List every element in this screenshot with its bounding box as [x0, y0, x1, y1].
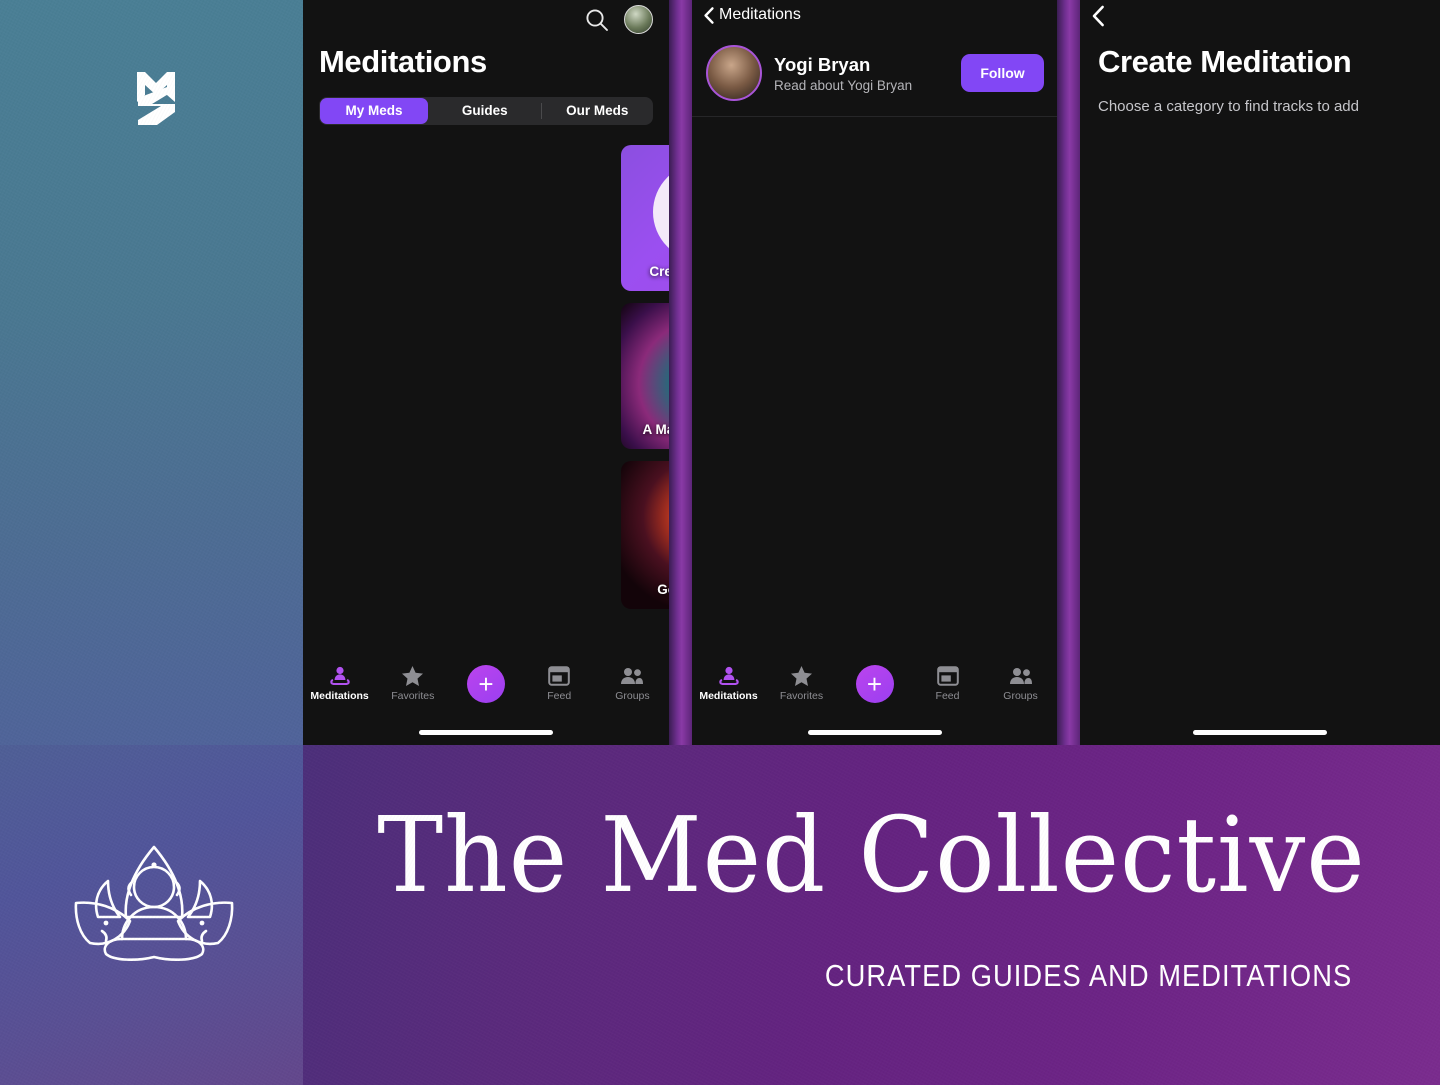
bottom-tab-bar: Meditations Favorites + Feed Groups — [303, 661, 669, 713]
plus-fab-icon[interactable]: + — [855, 665, 894, 703]
page-subtitle: Choose a category to find tracks to add — [1098, 98, 1359, 115]
tab-create-fab[interactable]: + — [449, 661, 522, 703]
phone-screen-create-meditation: Create Meditation Choose a category to f… — [1080, 0, 1440, 745]
tab-label: Feed — [935, 690, 960, 702]
home-indicator — [419, 730, 553, 735]
poster-canvas: The Med Collective CURATED GUIDES AND ME… — [0, 0, 1440, 1085]
user-avatar[interactable] — [624, 5, 653, 34]
guide-subtitle: Read about Yogi Bryan — [774, 77, 913, 93]
divider — [692, 116, 1057, 117]
meds-tab-group: My Meds Guides Our Meds — [319, 97, 653, 125]
star-icon — [790, 665, 813, 687]
tab-feed[interactable]: Feed — [911, 661, 984, 702]
page-title: Meditations — [319, 44, 487, 79]
phone-seam-right — [1057, 0, 1080, 745]
tab-groups[interactable]: Groups — [984, 661, 1057, 702]
back-label: Meditations — [719, 6, 801, 23]
tab-guides[interactable]: Guides — [429, 97, 541, 125]
tab-meditations[interactable]: Meditations — [692, 661, 765, 702]
plus-icon: + — [652, 163, 669, 262]
tab-label: Meditations — [310, 690, 369, 702]
bottom-tab-bar: Meditations Favorites + Feed Groups — [692, 661, 1057, 713]
card-create-new-med[interactable]: + Create New Med — [621, 145, 669, 291]
tab-groups[interactable]: Groups — [596, 661, 669, 702]
page-title: Create Meditation — [1098, 44, 1352, 79]
chevron-left-icon — [1092, 5, 1104, 27]
meditation-person-icon — [329, 665, 351, 687]
meditation-card-grid: + Create New Med LOVE New Relationship A… — [621, 145, 669, 609]
meditation-person-icon — [718, 665, 740, 687]
tab-label: Favorites — [779, 690, 824, 702]
card-goal-creation[interactable]: Goal Creation — [621, 461, 669, 609]
card-label: A Magical Moment — [642, 422, 669, 437]
brand-title: The Med Collective — [377, 794, 1366, 916]
tab-create-fab[interactable]: + — [838, 661, 911, 703]
follow-button[interactable]: Follow — [961, 54, 1044, 92]
back-to-meditations-button[interactable]: Meditations — [704, 6, 801, 24]
phone-seam-left — [669, 0, 692, 745]
phone-screen-guide-profile: Meditations Yogi Bryan Read about Yogi B… — [692, 0, 1057, 745]
guide-name: Yogi Bryan — [774, 53, 871, 75]
home-indicator — [1193, 730, 1327, 735]
left-top-panel — [0, 0, 303, 745]
brand-tagline: CURATED GUIDES AND MEDITATIONS — [824, 958, 1352, 993]
tab-label: Feed — [547, 690, 572, 702]
guide-profile-row: Yogi Bryan Read about Yogi Bryan Follow — [706, 44, 1044, 102]
guide-name-block: Yogi Bryan Read about Yogi Bryan — [774, 54, 961, 93]
left-bottom-panel — [0, 745, 303, 1085]
ms-monogram-logo — [137, 72, 175, 125]
phone-screen-meditations: Meditations My Meds Guides Our Meds + Cr… — [303, 0, 669, 745]
tab-meditations[interactable]: Meditations — [303, 661, 376, 702]
tab-our-meds[interactable]: Our Meds — [542, 97, 654, 125]
lotus-meditation-logo — [74, 845, 234, 961]
plus-fab-icon[interactable]: + — [467, 665, 505, 703]
chevron-left-icon — [704, 6, 714, 24]
star-icon — [401, 665, 424, 687]
tab-label: Favorites — [391, 690, 435, 702]
groups-people-icon — [1009, 665, 1033, 687]
brand-banner: The Med Collective CURATED GUIDES AND ME… — [303, 745, 1440, 1085]
home-indicator — [807, 730, 942, 735]
back-button[interactable] — [1092, 5, 1105, 32]
search-icon[interactable] — [584, 7, 610, 33]
tab-favorites[interactable]: Favorites — [765, 661, 838, 702]
header-actions — [584, 5, 653, 34]
tab-feed[interactable]: Feed — [523, 661, 596, 702]
card-a-magical-moment[interactable]: A Magical Moment — [621, 303, 669, 449]
card-label: Create New Med — [649, 264, 669, 279]
feed-card-icon — [548, 665, 571, 687]
feed-card-icon — [936, 665, 959, 687]
tab-my-meds[interactable]: My Meds — [320, 98, 428, 124]
tab-label: Groups — [615, 690, 650, 702]
yogi-avatar[interactable] — [706, 45, 762, 101]
groups-people-icon — [620, 665, 644, 687]
card-label: Goal Creation — [657, 582, 669, 597]
tab-label: Meditations — [699, 690, 758, 702]
tab-label: Groups — [1003, 690, 1038, 702]
tab-favorites[interactable]: Favorites — [376, 661, 449, 702]
